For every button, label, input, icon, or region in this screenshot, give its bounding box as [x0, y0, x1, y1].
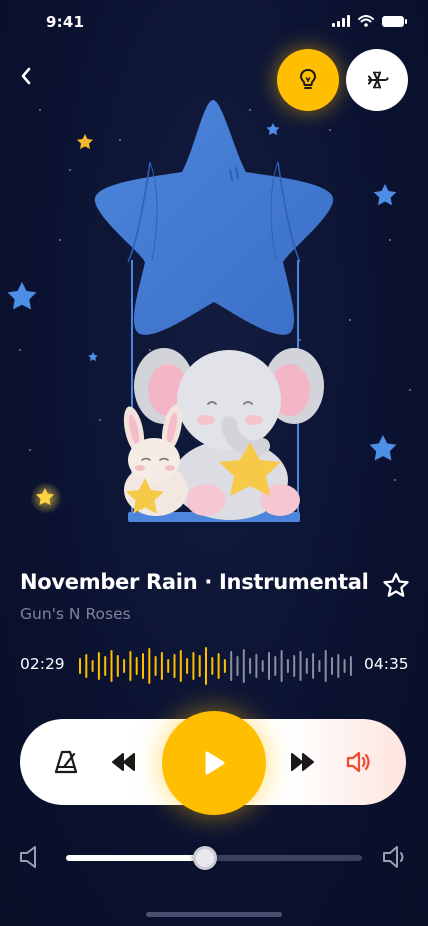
music-player-screen: 9:41 November Rain · Instrumental Gun's …	[0, 0, 428, 926]
speaker-icon	[346, 751, 370, 773]
metronome-button[interactable]	[48, 744, 84, 780]
elephant-bunny-swing-illustration	[7, 100, 411, 522]
fast-forward-button[interactable]	[284, 744, 320, 780]
track-title: November Rain · Instrumental	[20, 570, 369, 594]
star-outline-icon	[383, 572, 409, 597]
home-indicator	[146, 912, 282, 917]
rewind-icon	[112, 753, 135, 771]
favorite-button[interactable]	[381, 571, 411, 601]
volume-thumb[interactable]	[193, 846, 218, 870]
play-button[interactable]	[162, 711, 266, 815]
volume-fill	[66, 855, 206, 861]
status-time: 9:41	[46, 13, 85, 31]
track-artist: Gun's N Roses	[20, 605, 131, 623]
fast-forward-icon	[291, 753, 314, 771]
wifi-icon	[358, 15, 374, 27]
battery-icon	[382, 15, 407, 27]
status-bar: 9:41	[0, 0, 428, 44]
volume-high-icon	[383, 846, 404, 868]
total-time: 04:35	[364, 655, 409, 673]
volume-slider[interactable]	[66, 846, 362, 870]
status-icons	[332, 15, 407, 27]
metronome-icon	[54, 750, 78, 774]
rewind-button[interactable]	[106, 744, 142, 780]
waveform-progress[interactable]	[78, 646, 354, 686]
elapsed-time: 02:29	[20, 655, 65, 673]
sound-button[interactable]	[340, 744, 376, 780]
back-button[interactable]	[12, 62, 40, 90]
signal-icon	[332, 15, 350, 27]
chevron-left-icon	[21, 67, 31, 85]
volume-low-icon	[20, 846, 36, 868]
play-icon	[205, 751, 225, 775]
